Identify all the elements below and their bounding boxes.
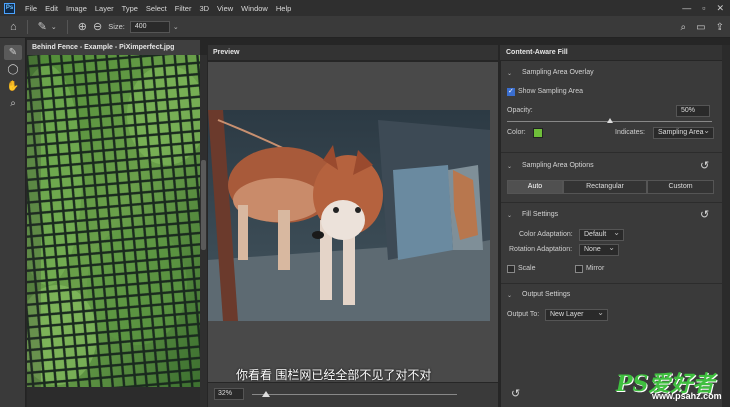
document-tab[interactable]: Behind Fence - Example - PiXimperfect.jp… [27, 40, 200, 55]
watermark-url: www.psahz.com [652, 391, 722, 401]
scale-checkbox[interactable] [507, 265, 515, 273]
sampling-options-header[interactable]: Sampling Area Options [522, 162, 594, 169]
share-icon[interactable]: ⇪ [716, 22, 724, 33]
menu-type[interactable]: Type [118, 4, 142, 13]
chevron-down-icon[interactable]: ⌄ [507, 70, 512, 77]
fill-settings-header[interactable]: Fill Settings [522, 211, 558, 218]
preview-header [208, 45, 498, 61]
indicates-select[interactable]: Sampling Area [653, 126, 714, 139]
menu-image[interactable]: Image [62, 4, 91, 13]
show-sampling-area-label: Show Sampling Area [518, 88, 583, 95]
workspace-icon[interactable]: ▭ [696, 22, 705, 33]
sampling-custom-button[interactable]: Custom [647, 180, 714, 194]
fence-photo [27, 55, 200, 387]
chevron-down-icon[interactable]: ⌄ [51, 23, 57, 31]
menu-file[interactable]: File [21, 4, 41, 13]
brush-tool-icon[interactable]: ✎ [4, 45, 22, 60]
content-aware-fill-panel [500, 45, 722, 407]
overlay-color-swatch[interactable] [533, 128, 543, 138]
subtract-from-selection-icon[interactable]: ⊖ [93, 20, 102, 33]
mirror-checkbox[interactable] [575, 265, 583, 273]
divider [501, 202, 722, 203]
search-icon[interactable]: ⌕ [681, 22, 687, 33]
color-adaptation-select[interactable]: Default [579, 228, 624, 241]
indicates-label: Indicates: [615, 129, 645, 136]
close-icon[interactable]: ✕ [716, 3, 724, 14]
dog-photo [208, 110, 490, 321]
toolbox: ✎ ◯ ✋ ⌕ [0, 38, 26, 407]
divider [501, 283, 722, 284]
menu-select[interactable]: Select [142, 4, 171, 13]
menu-view[interactable]: View [213, 4, 237, 13]
preview-footer [208, 383, 498, 407]
panel-scrollbar[interactable] [722, 45, 730, 407]
color-adaptation-label: Color Adaptation: [519, 231, 573, 238]
rotation-adaptation-label: Rotation Adaptation: [509, 246, 573, 253]
opacity-label: Opacity: [507, 107, 533, 114]
sampling-auto-button[interactable]: Auto [507, 180, 563, 194]
color-label: Color: [507, 129, 526, 136]
menu-edit[interactable]: Edit [41, 4, 62, 13]
options-bar: ⌂ ✎ ⌄ ⊕ ⊖ Size: 400 ⌄ ⌕ ▭ ⇪ [0, 16, 730, 38]
divider [66, 19, 68, 34]
document-status-bar [27, 387, 200, 407]
reset-icon[interactable]: ↺ [700, 208, 709, 221]
size-input[interactable]: 400 [129, 20, 170, 33]
menu-window[interactable]: Window [237, 4, 272, 13]
menu-layer[interactable]: Layer [91, 4, 118, 13]
chevron-down-icon[interactable]: ⌄ [173, 23, 179, 31]
divider [501, 152, 722, 153]
menu-filter[interactable]: Filter [171, 4, 196, 13]
maximize-icon[interactable]: ▫ [702, 3, 705, 13]
mirror-label: Mirror [586, 265, 605, 272]
reset-icon[interactable]: ↺ [700, 159, 709, 172]
chevron-down-icon[interactable]: ⌄ [507, 212, 512, 219]
opacity-slider-knob[interactable] [606, 118, 613, 123]
scrollbar-thumb[interactable] [201, 160, 206, 250]
zoom-slider-knob[interactable] [262, 391, 270, 397]
sampling-rectangular-button[interactable]: Rectangular [563, 180, 647, 194]
hand-tool-icon[interactable]: ✋ [4, 79, 22, 94]
sampling-overlay-header[interactable]: Sampling Area Overlay [522, 69, 594, 76]
scale-label: Scale [518, 265, 536, 272]
video-subtitle: 你看看 围栏网已经全部不见了对不对 [236, 368, 432, 382]
document-canvas[interactable] [27, 55, 200, 387]
menu-bar: Ps File Edit Image Layer Type Select Fil… [0, 0, 730, 16]
home-icon[interactable]: ⌂ [10, 21, 17, 33]
add-to-selection-icon[interactable]: ⊕ [78, 20, 87, 33]
menu-3d[interactable]: 3D [195, 4, 213, 13]
minimize-icon[interactable]: — [682, 3, 691, 13]
zoom-tool-icon[interactable]: ⌕ [4, 96, 22, 111]
chevron-down-icon[interactable]: ⌄ [507, 292, 512, 299]
preview-title: Preview [213, 49, 240, 56]
menu-help[interactable]: Help [272, 4, 295, 13]
zoom-slider[interactable] [252, 394, 457, 395]
brush-tool-icon[interactable]: ✎ [38, 20, 47, 33]
photoshop-logo-icon: Ps [4, 2, 15, 14]
output-settings-header[interactable]: Output Settings [522, 291, 570, 298]
opacity-input[interactable]: 50% [676, 105, 710, 117]
lasso-tool-icon[interactable]: ◯ [4, 62, 22, 77]
preview-image[interactable] [208, 110, 490, 321]
output-to-label: Output To: [507, 311, 540, 318]
size-label: Size: [108, 22, 125, 31]
chevron-down-icon[interactable]: ⌄ [507, 163, 512, 170]
zoom-input[interactable]: 32% [214, 388, 244, 400]
rotation-adaptation-select[interactable]: None [579, 243, 619, 256]
show-sampling-area-checkbox[interactable] [507, 87, 515, 96]
reset-all-icon[interactable]: ↺ [511, 387, 520, 400]
output-to-select[interactable]: New Layer [545, 308, 608, 321]
divider [26, 19, 28, 34]
panel-title: Content-Aware Fill [506, 49, 568, 56]
